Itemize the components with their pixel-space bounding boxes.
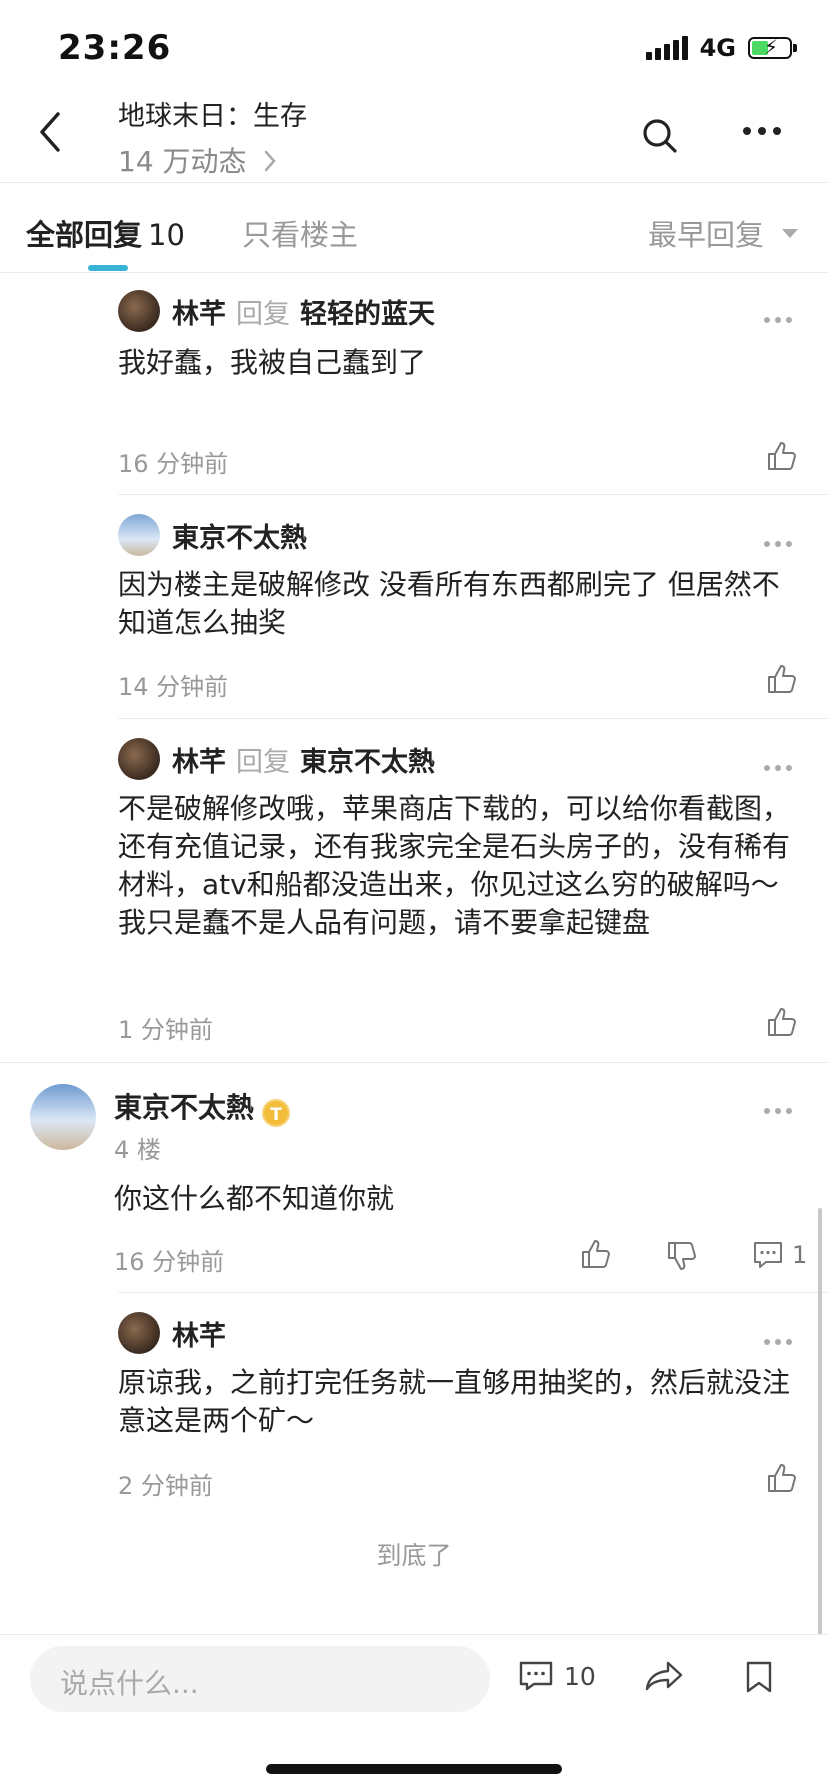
divider	[118, 718, 828, 719]
avatar[interactable]	[118, 1312, 160, 1354]
tabs-divider	[0, 272, 828, 273]
like-button[interactable]	[766, 1006, 798, 1038]
username[interactable]: 東京不太熱	[114, 1091, 254, 1124]
divider	[0, 1062, 828, 1063]
comment-button[interactable]: 1	[752, 1240, 807, 1270]
reply-content: 因为楼主是破解修改 没看所有东西都刷完了 但居然不知道怎么抽奖	[118, 568, 780, 639]
reply-header: 東京不太熱	[172, 516, 307, 555]
divider	[118, 494, 828, 495]
page-title[interactable]: 地球末日：生存	[118, 94, 307, 133]
chevron-right-icon	[265, 150, 277, 172]
like-button[interactable]	[580, 1238, 612, 1270]
floor-more-button[interactable]	[764, 1108, 792, 1114]
floor-time: 16 分钟前	[114, 1248, 225, 1276]
reply-header: 林芊 回复 轻轻的蓝天	[172, 292, 435, 331]
status-indicators: 4G ⚡	[645, 34, 797, 62]
reply-to-username[interactable]: 轻轻的蓝天	[300, 299, 435, 330]
username[interactable]: 林芊	[172, 1321, 226, 1352]
avatar[interactable]	[118, 290, 160, 332]
like-button[interactable]	[766, 440, 798, 472]
reply-header: 林芊 回复 東京不太熱	[172, 740, 435, 779]
reply-more-button[interactable]	[764, 541, 792, 547]
signal-icon	[645, 36, 688, 60]
reply-to-username[interactable]: 東京不太熱	[300, 747, 435, 778]
reply-content: 原谅我，之前打完任务就一直够用抽奖的，然后就没注意这是两个矿～	[118, 1366, 791, 1437]
avatar[interactable]	[118, 738, 160, 780]
reply-time: 16 分钟前	[118, 450, 229, 478]
thumbs-up-icon	[768, 665, 796, 693]
bookmark-button[interactable]	[744, 1660, 774, 1694]
home-indicator	[266, 1764, 562, 1774]
comment-total: 10	[564, 1661, 596, 1691]
tab-all-replies[interactable]: 全部回复 10	[26, 212, 185, 254]
like-button[interactable]	[766, 1462, 798, 1494]
header-divider	[0, 182, 828, 183]
back-button[interactable]	[38, 112, 62, 152]
reply-time: 2 分钟前	[118, 1472, 213, 1500]
end-of-list: 到底了	[376, 1541, 452, 1570]
sort-label: 最早回复	[647, 218, 764, 252]
reply-content: 我好蠢，我被自己蠢到了	[118, 346, 427, 379]
comments-button[interactable]: 10	[518, 1660, 596, 1692]
tab-op-only[interactable]: 只看楼主	[242, 212, 358, 254]
search-button[interactable]	[642, 118, 678, 154]
username[interactable]: 林芊	[172, 747, 226, 778]
thumbs-up-icon	[768, 1464, 796, 1492]
activity-count-link[interactable]: 14 万动态	[118, 140, 277, 180]
network-type: 4G	[699, 34, 736, 62]
more-button[interactable]	[742, 126, 782, 136]
dislike-button[interactable]	[666, 1240, 698, 1272]
scrollbar[interactable]	[818, 1208, 822, 1636]
caret-down-icon	[782, 228, 798, 238]
reply-more-button[interactable]	[764, 765, 792, 771]
thumbs-up-icon	[768, 442, 796, 470]
activity-count: 14 万动态	[118, 145, 247, 178]
reply-more-button[interactable]	[764, 317, 792, 323]
avatar[interactable]	[118, 514, 160, 556]
battery-icon: ⚡	[748, 36, 797, 59]
thumbs-down-icon	[668, 1242, 696, 1270]
reply-word: 回复	[236, 299, 290, 330]
bookmark-icon	[746, 1661, 772, 1693]
comment-icon	[754, 1242, 782, 1268]
comment-icon	[519, 1661, 553, 1691]
reply-time: 14 分钟前	[118, 673, 229, 701]
floor-content: 你这什么都不知道你就	[114, 1182, 395, 1215]
username[interactable]: 林芊	[172, 299, 226, 330]
thumbs-up-icon	[768, 1008, 796, 1036]
more-icon	[743, 127, 781, 135]
sort-dropdown[interactable]: 最早回复	[648, 212, 798, 254]
reply-header: 林芊	[172, 1314, 226, 1353]
thumbs-up-icon	[582, 1240, 610, 1268]
tab-indicator	[88, 265, 128, 271]
comment-input[interactable]: 说点什么...	[30, 1646, 490, 1712]
reply-word: 回复	[236, 747, 290, 778]
chevron-left-icon	[40, 112, 60, 152]
tab-all-label: 全部回复	[26, 218, 143, 252]
reply-more-button[interactable]	[764, 1339, 792, 1345]
search-icon	[643, 119, 677, 153]
share-icon	[645, 1661, 683, 1691]
level-badge: T	[262, 1098, 291, 1127]
username[interactable]: 東京不太熱	[172, 523, 307, 554]
reply-time: 1 分钟前	[118, 1016, 213, 1044]
like-button[interactable]	[766, 663, 798, 695]
comment-count: 1	[792, 1241, 808, 1269]
share-button[interactable]	[644, 1660, 684, 1692]
status-time: 23:26	[58, 28, 172, 68]
tab-all-count: 10	[148, 218, 185, 252]
divider	[118, 1292, 828, 1293]
avatar[interactable]	[30, 1084, 96, 1150]
floor-header: 東京不太熱 T	[114, 1086, 291, 1127]
floor-number: 4 楼	[114, 1136, 161, 1164]
reply-content: 不是破解修改哦，苹果商店下载的，可以给你看截图，还有充值记录，还有我家完全是石头…	[118, 792, 791, 939]
comment-input-placeholder: 说点什么...	[60, 1667, 199, 1700]
